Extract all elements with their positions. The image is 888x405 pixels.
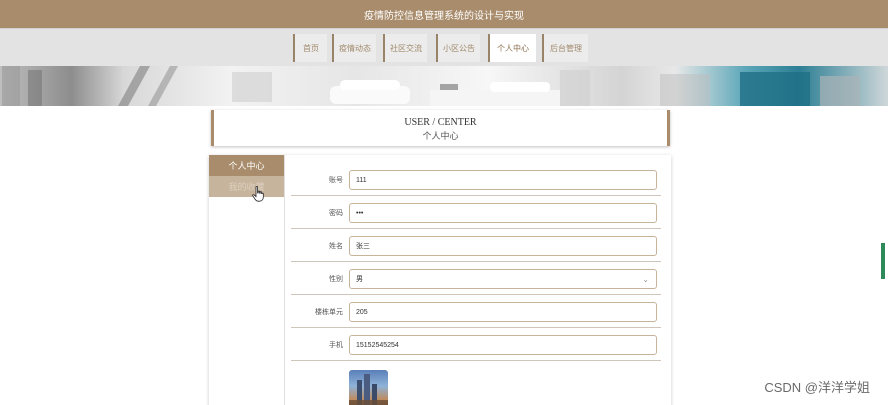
- avatar-image: [349, 374, 388, 405]
- hand-pointer-icon: [252, 186, 264, 202]
- chevron-down-icon: ⌄: [642, 275, 649, 284]
- phone-input[interactable]: 15152545254: [349, 335, 657, 355]
- unit-label: 楼栋单元: [315, 308, 343, 316]
- form-row-unit: 楼栋单元 205: [291, 295, 661, 328]
- nav-item-admin[interactable]: 后台管理: [542, 34, 588, 62]
- phone-label: 手机: [329, 341, 343, 349]
- password-label: 密码: [329, 209, 343, 217]
- side-item-my-favorites[interactable]: 我的收藏: [209, 176, 284, 197]
- section-title-en: USER / CENTER: [404, 117, 477, 128]
- nav-item-notice[interactable]: 小区公告: [436, 34, 480, 62]
- content-panel: 个人中心 我的收藏 账号 111 密码 ••• 姓名 张三 性别 男 ⌄ 楼栋单…: [209, 155, 671, 405]
- nav-item-epidemic-news[interactable]: 疫情动态: [332, 34, 376, 62]
- nav-item-personal-center[interactable]: 个人中心: [488, 34, 536, 62]
- site-title: 疫情防控信息管理系统的设计与实现: [364, 10, 524, 22]
- side-nav: 个人中心 我的收藏: [209, 155, 285, 405]
- name-label: 姓名: [329, 242, 343, 250]
- name-input[interactable]: 张三: [349, 236, 657, 256]
- form-row-phone: 手机 15152545254: [291, 328, 661, 361]
- nav-item-home[interactable]: 首页: [293, 34, 327, 62]
- section-title-box: USER / CENTER 个人中心: [211, 110, 670, 146]
- main-nav: 首页 疫情动态 社区交流 小区公告 个人中心 后台管理: [0, 28, 888, 66]
- nav-item-community[interactable]: 社区交流: [383, 34, 427, 62]
- form-row-gender: 性别 男 ⌄: [291, 262, 661, 295]
- account-input[interactable]: 111: [349, 170, 657, 190]
- gender-select[interactable]: 男 ⌄: [349, 269, 657, 289]
- password-input[interactable]: •••: [349, 203, 657, 223]
- watermark: CSDN @洋洋学姐: [764, 380, 870, 395]
- account-label: 账号: [329, 176, 343, 184]
- gender-selected-value: 男: [356, 276, 363, 283]
- form-row-account: 账号 111: [291, 163, 661, 196]
- side-item-personal-center[interactable]: 个人中心: [209, 155, 284, 176]
- gender-label: 性别: [329, 275, 343, 283]
- banner-image: [0, 66, 888, 106]
- site-header: 疫情防控信息管理系统的设计与实现: [0, 0, 888, 28]
- form-row-name: 姓名 张三: [291, 229, 661, 262]
- form-row-password: 密码 •••: [291, 196, 661, 229]
- unit-input[interactable]: 205: [349, 302, 657, 322]
- section-title-cn: 个人中心: [422, 131, 459, 141]
- right-edge-tab[interactable]: [881, 243, 885, 279]
- avatar-upload[interactable]: [349, 370, 388, 405]
- banner-illustration: [2, 66, 860, 106]
